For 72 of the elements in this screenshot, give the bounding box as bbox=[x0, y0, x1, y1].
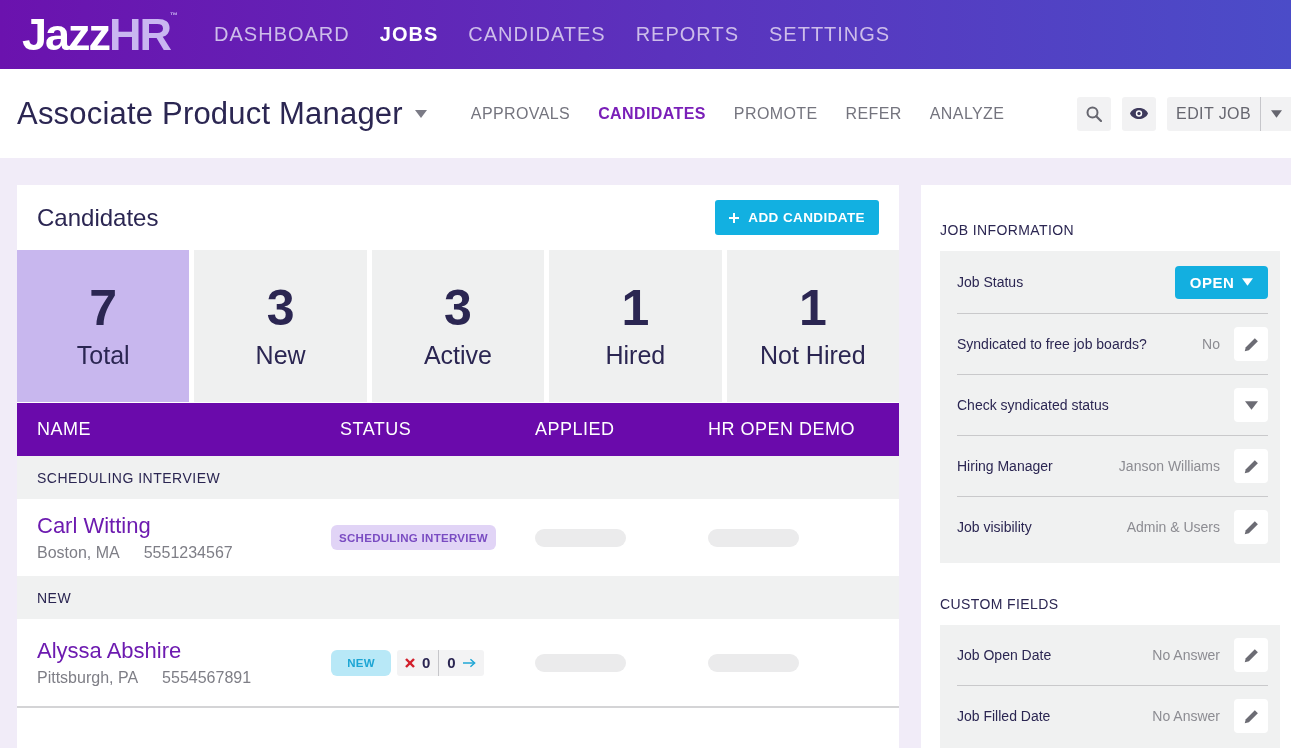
job-title: Associate Product Manager bbox=[17, 95, 403, 132]
job-tab[interactable]: PROMOTE bbox=[733, 104, 818, 123]
stat-filter-tile[interactable]: 3 New bbox=[194, 250, 367, 402]
column-header[interactable]: APPLIED bbox=[535, 419, 615, 440]
nav-link[interactable]: DASHBOARD bbox=[214, 23, 350, 46]
field-value: No Answer bbox=[1152, 708, 1220, 724]
field-label: Hiring Manager bbox=[957, 458, 1053, 474]
candidate-location: Pittsburgh, PA bbox=[37, 669, 139, 687]
eye-icon bbox=[1130, 108, 1149, 119]
search-button[interactable] bbox=[1077, 96, 1112, 131]
plus-icon bbox=[729, 212, 740, 223]
pencil-icon bbox=[1243, 458, 1259, 474]
nav-link[interactable]: REPORTS bbox=[635, 23, 739, 46]
edit-job-button[interactable]: EDIT JOB bbox=[1167, 96, 1260, 131]
column-header[interactable]: HR OPEN DEMO bbox=[708, 419, 855, 440]
pencil-icon bbox=[1243, 647, 1259, 663]
expand-button[interactable] bbox=[1234, 388, 1268, 422]
field-value: Janson Williams bbox=[1118, 458, 1220, 474]
stat-filter-tile[interactable]: 1 Hired bbox=[549, 250, 722, 402]
column-header[interactable]: NAME bbox=[37, 419, 91, 440]
field-label: Job Open Date bbox=[957, 647, 1052, 663]
field-value: No Answer bbox=[1152, 647, 1220, 663]
stat-filter-tile[interactable]: 3 Active bbox=[371, 250, 545, 402]
arrow-right-icon bbox=[462, 657, 476, 668]
job-tab[interactable]: APPROVALS bbox=[470, 104, 571, 123]
field-label: Check syndicated status bbox=[957, 397, 1109, 413]
pencil-icon bbox=[1243, 708, 1259, 724]
advance-count-button[interactable]: 0 bbox=[438, 649, 484, 676]
edit-button[interactable] bbox=[1234, 327, 1268, 361]
edit-job-menu-button[interactable] bbox=[1260, 96, 1291, 131]
search-icon bbox=[1086, 105, 1103, 122]
pencil-icon bbox=[1243, 519, 1259, 535]
field-label: Job Status bbox=[957, 274, 1024, 290]
group-heading: SCHEDULING INTERVIEW bbox=[17, 456, 899, 499]
job-tab[interactable]: CANDIDATES bbox=[598, 104, 706, 123]
candidate-location: Boston, MA bbox=[37, 544, 120, 562]
stat-filter-tile[interactable]: 1 Not Hired bbox=[726, 250, 899, 402]
candidate-name-link[interactable]: Carl Witting bbox=[37, 513, 151, 539]
nav-link[interactable]: JOBS bbox=[379, 23, 439, 46]
nav-link[interactable]: SETTTINGS bbox=[769, 23, 891, 46]
status-badge: NEW bbox=[331, 649, 391, 676]
edit-button[interactable] bbox=[1234, 510, 1268, 544]
group-heading: NEW bbox=[17, 576, 899, 619]
job-tab[interactable]: ANALYZE bbox=[929, 104, 1005, 123]
candidate-phone: 5554567891 bbox=[162, 669, 252, 687]
reject-count-button[interactable]: 0 bbox=[397, 649, 439, 676]
field-value: No bbox=[1202, 336, 1220, 352]
edit-button[interactable] bbox=[1234, 638, 1268, 672]
section-title: Candidates bbox=[37, 203, 159, 232]
field-value: Admin & Users bbox=[1126, 519, 1220, 535]
caret-icon[interactable] bbox=[414, 109, 427, 118]
section-heading: CUSTOM FIELDS bbox=[940, 596, 1060, 612]
section-heading: JOB INFORMATION bbox=[940, 222, 1076, 238]
preview-button[interactable] bbox=[1122, 96, 1157, 131]
logo[interactable]: JazzHR™ bbox=[22, 12, 179, 57]
caret-icon bbox=[1242, 278, 1254, 286]
caret-icon bbox=[1244, 400, 1258, 410]
stat-filter-tile[interactable]: 7 Total bbox=[17, 250, 190, 402]
field-label: Job visibility bbox=[957, 519, 1032, 535]
pencil-icon bbox=[1243, 336, 1259, 352]
candidate-phone: 5551234567 bbox=[143, 544, 233, 562]
status-badge: SCHEDULING INTERVIEW bbox=[331, 525, 496, 550]
field-label: Job Filled Date bbox=[957, 708, 1051, 724]
column-header[interactable]: STATUS bbox=[340, 419, 412, 440]
edit-button[interactable] bbox=[1234, 699, 1268, 733]
edit-button[interactable] bbox=[1234, 449, 1268, 483]
nav-link[interactable]: CANDIDATES bbox=[468, 23, 606, 46]
field-label: Syndicated to free job boards? bbox=[957, 336, 1147, 352]
candidate-name-link[interactable]: Alyssa Abshire bbox=[37, 638, 182, 664]
job-tab[interactable]: REFER bbox=[845, 104, 902, 123]
x-icon bbox=[405, 657, 415, 668]
caret-icon bbox=[1270, 109, 1282, 118]
